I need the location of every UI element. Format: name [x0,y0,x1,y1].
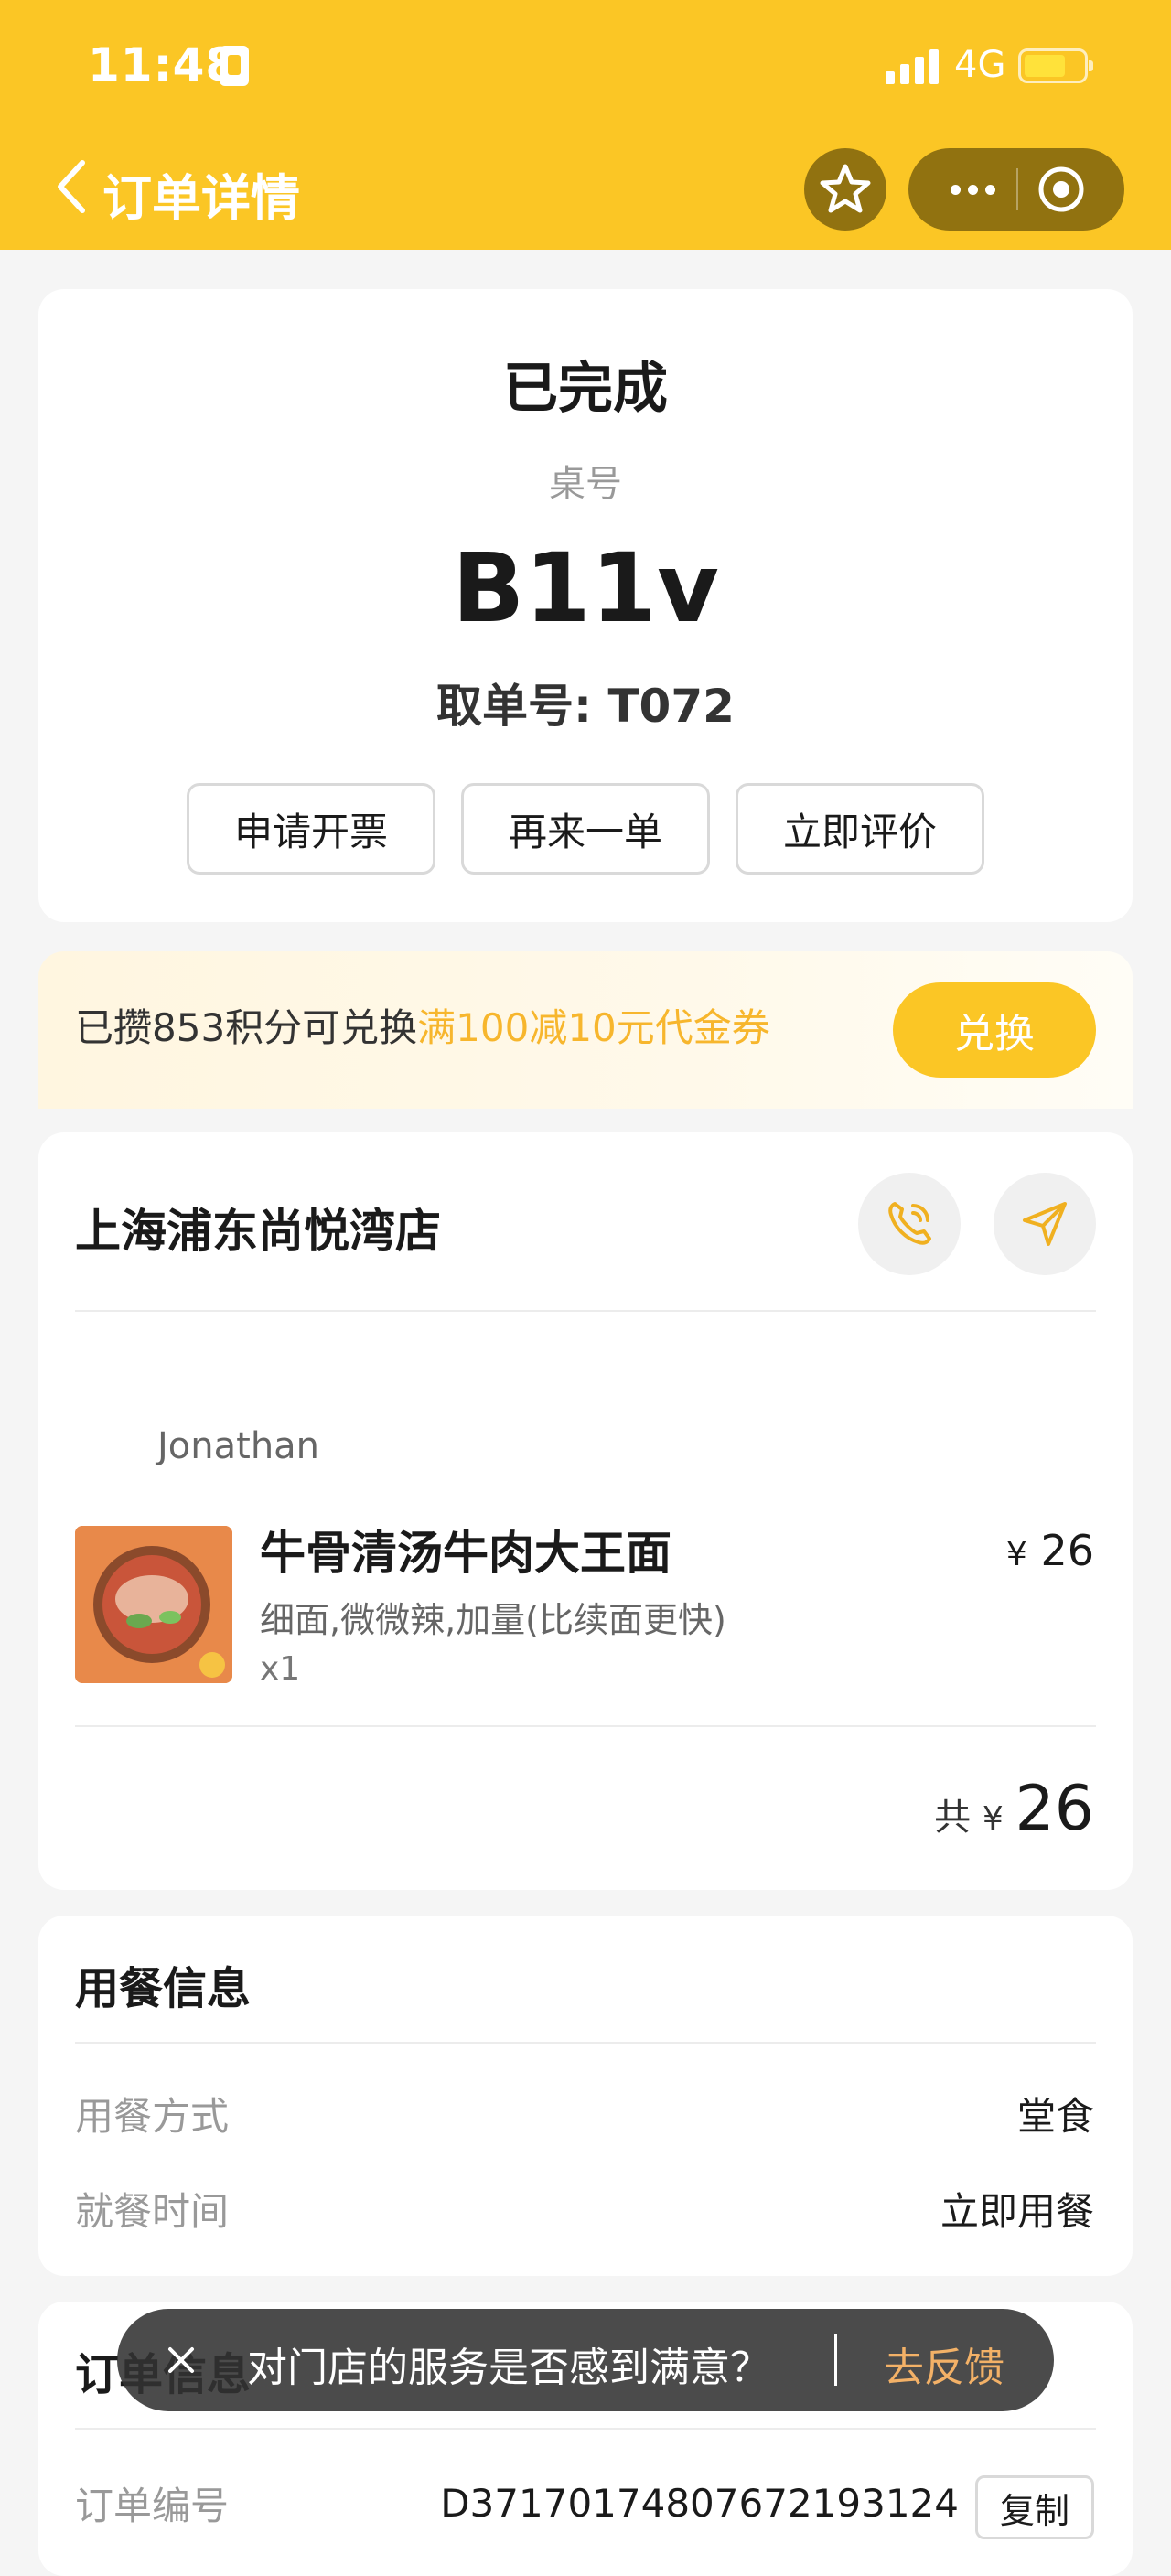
store-card: 上海浦东尚悦湾店 Jonathan 牛骨清汤牛肉大王面 细面,微微辣,加量(比续… [38,1132,1133,1890]
capsule-divider [1016,168,1018,210]
favorite-button[interactable] [804,148,886,231]
header: 11:48 4G 订单详情 [0,0,1171,250]
order-actions: 申请开票 再来一单 立即评价 [187,783,984,875]
order-status-card: 已完成 桌号 B11v 取单号: T072 申请开票 再来一单 立即评价 [38,289,1133,922]
points-voucher: 满100减10元代金券 [417,1005,770,1050]
toast-divider [834,2334,837,2386]
divider [75,1310,1096,1312]
navigation-icon [1023,1202,1067,1246]
status-time: 11:48 [88,38,239,91]
currency-symbol: ¥ [1005,1536,1027,1573]
feedback-button[interactable]: 去反馈 [884,2334,1004,2393]
navigate-button[interactable] [994,1173,1096,1275]
call-button[interactable] [858,1173,961,1275]
order-number: D37170174807672193124 [440,2481,959,2526]
order-number-label: 订单编号 [75,2484,230,2528]
feedback-toast: 对门店的服务是否感到满意？ 去反馈 [117,2309,1054,2411]
mini-program-capsule [908,148,1124,231]
points-banner: 已攒853积分可兑换满100减10元代金券 兑换 [38,951,1133,1109]
order-status: 已完成 [503,357,668,421]
sim-icon [220,46,249,86]
total-value: 26 [1015,1773,1094,1845]
table-label: 桌号 [549,463,622,505]
store-name: 上海浦东尚悦湾店 [75,1205,441,1258]
feedback-message: 对门店的服务是否感到满意？ [247,2345,770,2391]
divider [75,2042,1096,2044]
points-text: 已攒853积分可兑换满100减10元代金券 [75,997,770,1053]
dining-time-label: 就餐时间 [75,2189,230,2234]
divider [75,1725,1096,1727]
diner-name: Jonathan [157,1425,320,1467]
star-icon [820,164,871,213]
total-prefix: 共 [934,1797,972,1839]
reorder-button[interactable]: 再来一单 [461,783,710,875]
dish-quantity: x1 [260,1650,301,1688]
divider [75,2428,1096,2430]
dish-image [75,1526,232,1683]
dining-mode-value: 堂食 [1016,2094,1094,2139]
phone-icon [888,1202,931,1245]
battery-icon [1018,48,1093,83]
network-label: 4G [954,44,1006,86]
target-icon[interactable] [1037,165,1086,214]
review-button[interactable]: 立即评价 [736,783,984,875]
more-icon[interactable] [936,148,1009,231]
dish-price-value: 26 [1040,1526,1094,1575]
dining-info-title: 用餐信息 [75,1963,252,2014]
copy-button[interactable]: 复制 [975,2475,1094,2539]
dish-price: ¥ 26 [1006,1526,1094,1575]
table-number: B11v [452,532,719,644]
order-total: 共 ¥ 26 [934,1773,1094,1845]
signal-icon [886,48,940,84]
close-icon[interactable] [163,2342,199,2378]
redeem-button[interactable]: 兑换 [893,982,1096,1078]
page-title: 订单详情 [102,169,300,227]
dining-mode-label: 用餐方式 [75,2094,230,2139]
currency-symbol: ¥ [982,1800,1004,1838]
invoice-button[interactable]: 申请开票 [187,783,435,875]
dining-time-value: 立即用餐 [940,2189,1094,2234]
dish-options: 细面,微微辣,加量(比续面更快) [260,1600,726,1640]
dining-info-card: 用餐信息 用餐方式 堂食 就餐时间 立即用餐 [38,1916,1133,2276]
dish-name: 牛骨清汤牛肉大王面 [260,1527,671,1580]
pickup-number: 取单号: T072 [436,680,735,733]
back-icon[interactable] [53,159,90,214]
points-prefix: 已攒853积分可兑换 [75,1005,418,1050]
